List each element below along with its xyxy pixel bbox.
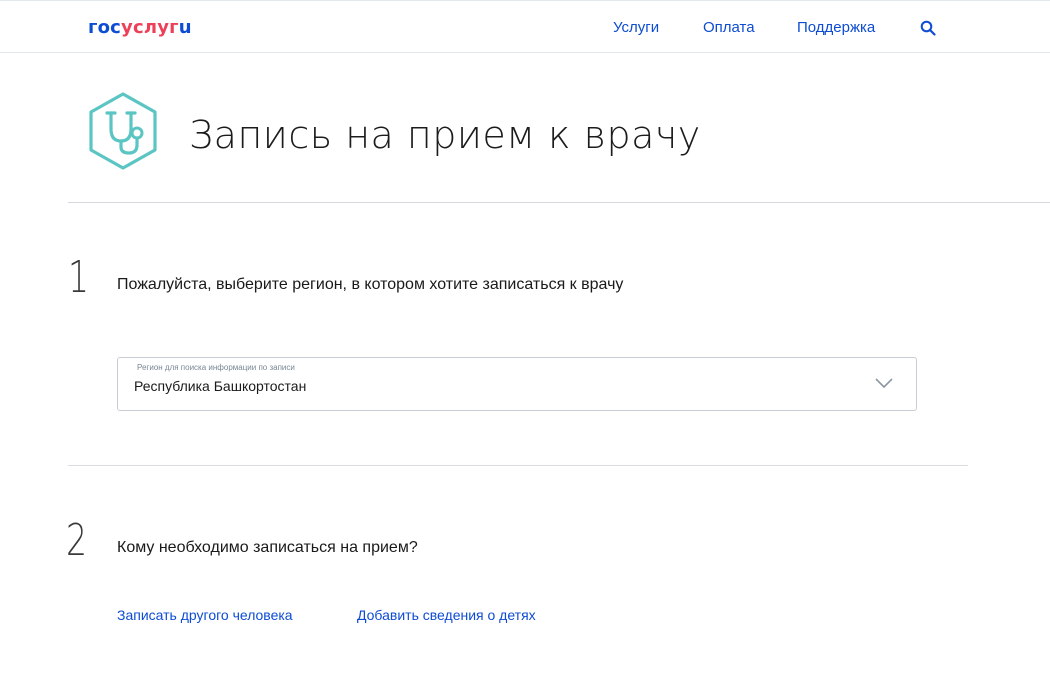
nav-services[interactable]: Услуги bbox=[613, 19, 659, 36]
gosuslugi-logo[interactable]: госуслугu bbox=[88, 17, 192, 38]
step-2-number: 2 bbox=[66, 515, 87, 566]
step-1-question: Пожалуйста, выберите регион, в котором х… bbox=[117, 276, 624, 293]
page-title: Запись на прием к врачу bbox=[189, 113, 701, 157]
nav-payment[interactable]: Оплата bbox=[703, 19, 755, 36]
section-divider bbox=[68, 465, 968, 466]
logo-part-gos: гос bbox=[88, 17, 122, 38]
region-select-label: Регион для поиска информации по записи bbox=[137, 363, 295, 372]
search-icon[interactable] bbox=[920, 20, 936, 36]
title-divider bbox=[68, 202, 1050, 203]
region-select[interactable]: Регион для поиска информации по записи Р… bbox=[117, 357, 917, 411]
book-another-person-link[interactable]: Записать другого человека bbox=[117, 607, 293, 623]
chevron-down-icon[interactable] bbox=[874, 376, 894, 390]
step-2-question: Кому необходимо записаться на прием? bbox=[117, 539, 418, 556]
nav-support[interactable]: Поддержка bbox=[797, 19, 875, 36]
step-1-number: 1 bbox=[68, 252, 89, 303]
stethoscope-icon bbox=[89, 92, 157, 170]
region-select-value: Республика Башкортостан bbox=[134, 378, 307, 394]
logo-part-ru: u bbox=[178, 17, 192, 38]
top-header: госуслугu Услуги Оплата Поддержка bbox=[0, 0, 1050, 53]
add-children-info-link[interactable]: Добавить сведения о детях bbox=[357, 607, 536, 623]
logo-part-uslugi: услуг bbox=[121, 17, 179, 38]
